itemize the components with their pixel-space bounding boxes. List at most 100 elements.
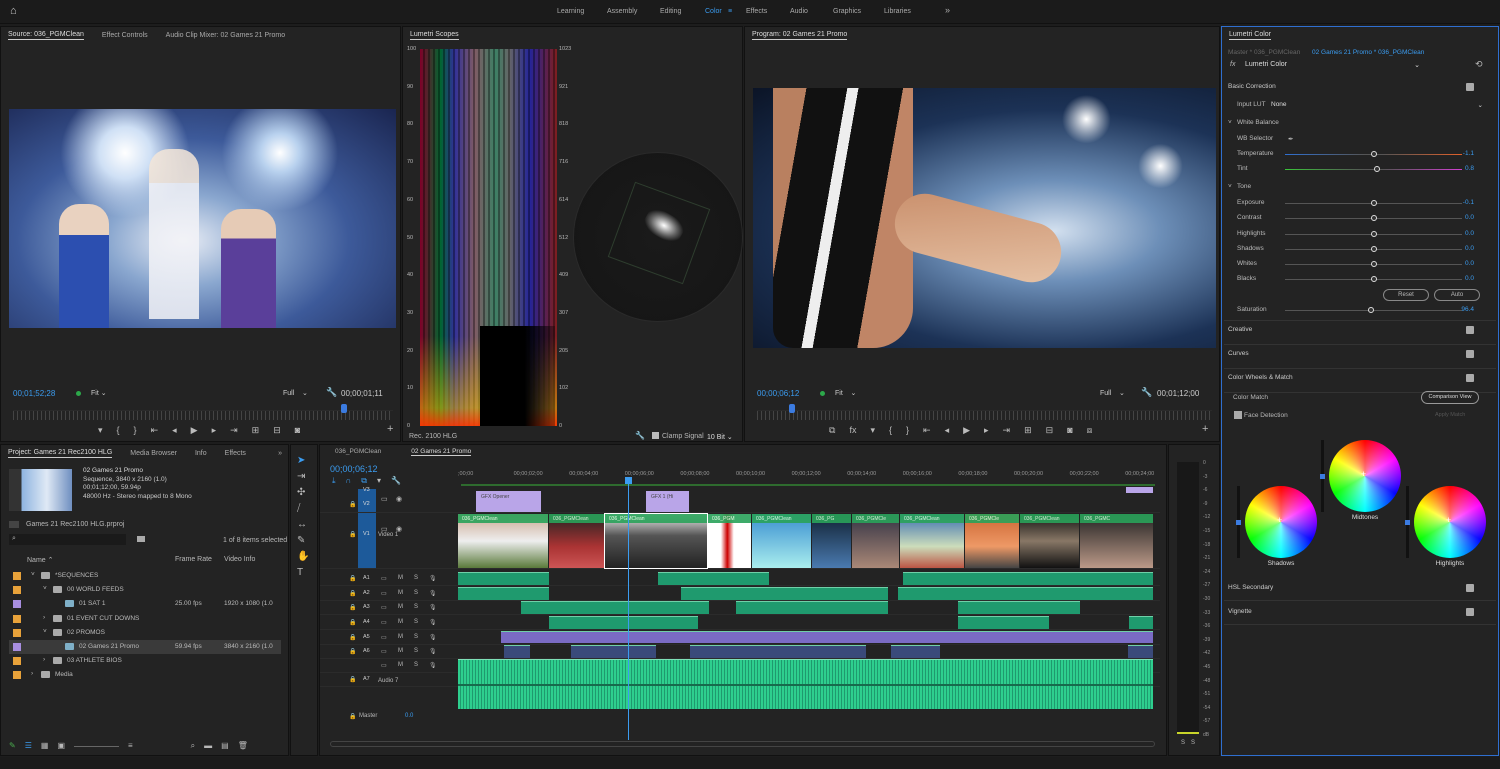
audio-clip[interactable] [958, 616, 1049, 629]
audio-clip[interactable] [736, 601, 888, 614]
step-back-icon[interactable]: ◂ [945, 425, 950, 436]
track-select-icon[interactable]: ⇥ [297, 471, 309, 482]
snap-icon[interactable]: ∩ [346, 476, 352, 486]
track-label-v1[interactable]: V1 [363, 531, 370, 537]
go-to-in-icon[interactable]: ⇤ [923, 425, 931, 436]
effect-dropdown[interactable]: Lumetri Color ⌄ [1245, 61, 1420, 69]
video-clip[interactable]: 036_PGMCle [965, 514, 1019, 568]
timeline-tab-0[interactable]: 036_PGMClean [335, 448, 381, 456]
audio-clip[interactable] [690, 645, 866, 658]
toggle-sync-icon[interactable]: ▭ [381, 575, 387, 582]
video-clip[interactable]: 036_PGMClean [604, 513, 708, 569]
audio-clip[interactable] [501, 631, 1153, 643]
project-item[interactable]: ˅ 00 WORLD FEEDS [9, 583, 281, 597]
timeline-timecode[interactable]: 00;00;06;12 [330, 464, 378, 474]
solo-button[interactable]: S [414, 575, 418, 581]
lock-icon[interactable]: 🔒 [349, 634, 356, 641]
meter-solo-button[interactable]: S [1181, 740, 1185, 746]
section-checkbox[interactable] [1466, 608, 1474, 616]
section-title[interactable]: Color Wheels & Match [1228, 374, 1293, 381]
go-to-out-icon[interactable]: ⇥ [1003, 425, 1011, 436]
master-volume-value[interactable]: 0.0 [405, 713, 413, 719]
freeform-view-icon[interactable]: ▣ [57, 741, 65, 751]
workspace-tab-effects[interactable]: Effects [746, 8, 767, 15]
contrast-slider[interactable] [1285, 215, 1462, 221]
microphone-icon[interactable]: 🎙 [429, 634, 437, 641]
razor-icon[interactable]: ⧸ [297, 503, 309, 514]
project-tab-0[interactable]: Project: Games 21 Rec2100 HLG [8, 449, 113, 458]
trash-icon[interactable]: 🗑 [238, 741, 248, 751]
go-to-in-icon[interactable]: ⇤ [151, 425, 159, 436]
slider-value[interactable]: 0.0 [1465, 214, 1474, 221]
sort-icon[interactable]: ≡ [128, 741, 133, 751]
track-label-a7[interactable]: A7 [363, 676, 370, 682]
reset-effect-icon[interactable]: ⟲ [1475, 59, 1483, 70]
audio-clip[interactable] [571, 645, 656, 658]
highlights-slider[interactable] [1285, 231, 1462, 237]
pencil-icon[interactable]: ✎ [9, 741, 16, 751]
slider-value[interactable]: -0.1 [1463, 199, 1474, 206]
lift-icon[interactable]: ⧉ [829, 425, 835, 436]
mute-button[interactable]: M [398, 634, 403, 640]
add-button-icon[interactable]: + [387, 423, 393, 435]
workspace-tab-assembly[interactable]: Assembly [607, 8, 637, 15]
mute-button[interactable]: M [398, 575, 403, 581]
wrench-icon[interactable]: 🔧 [635, 431, 645, 440]
slider-knob[interactable] [1370, 231, 1377, 237]
collapse-chevron-icon[interactable]: ˅ [1228, 119, 1232, 126]
audio-clip[interactable] [1128, 645, 1153, 658]
shadows-slider[interactable] [1285, 246, 1462, 252]
program-tab[interactable]: Program: 02 Games 21 Promo [752, 31, 848, 40]
program-timecode[interactable]: 00;00;06;12 [757, 389, 799, 398]
audio-clip[interactable] [1129, 616, 1153, 629]
label-color-swatch[interactable] [13, 614, 21, 623]
slider-value[interactable]: 0.0 [1465, 230, 1474, 237]
project-item[interactable]: ˅ *SEQUENCES [9, 569, 281, 583]
slider-knob[interactable] [1370, 215, 1377, 221]
section-title[interactable]: Curves [1228, 350, 1249, 357]
camera-icon[interactable]: ◙ [295, 425, 300, 436]
saturation-value[interactable]: 96.4 [1461, 306, 1474, 313]
chevron-right-icon[interactable]: › [43, 656, 45, 663]
microphone-icon[interactable]: 🎙 [429, 662, 437, 669]
section-title[interactable]: Vignette [1228, 608, 1252, 615]
project-item[interactable]: › 01 EVENT CUT DOWNS [9, 612, 281, 626]
lock-icon[interactable]: 🔒 [349, 604, 356, 611]
track-label-v2[interactable]: V2 [363, 501, 370, 507]
program-quality-dropdown[interactable]: Full ⌄ [1100, 389, 1125, 397]
solo-button[interactable]: S [414, 604, 418, 610]
more-workspaces-button[interactable]: » [945, 5, 950, 15]
playhead-line[interactable] [628, 478, 629, 740]
toggle-sync-icon[interactable]: ▭ [381, 662, 387, 669]
new-item-icon[interactable]: ▤ [221, 741, 229, 751]
add-marker-icon[interactable]: ▾ [377, 476, 381, 486]
slider-knob[interactable] [1374, 166, 1381, 172]
solo-button[interactable]: S [414, 590, 418, 596]
mark-in-icon[interactable]: { [117, 425, 120, 436]
slider-value[interactable]: 0.0 [1465, 275, 1474, 282]
toggle-sync-icon[interactable]: ▭ [381, 495, 388, 503]
toggle-sync-icon[interactable]: ▭ [381, 619, 387, 626]
timeline-horizontal-scrollbar[interactable] [330, 741, 1155, 747]
chevron-down-icon[interactable]: ˅ [43, 585, 47, 592]
project-item[interactable]: › 03 ATHLETE BIOS [9, 654, 281, 668]
label-color-swatch[interactable] [13, 643, 21, 651]
chevron-right-icon[interactable]: › [43, 614, 45, 621]
project-preview-thumbnail[interactable] [9, 469, 72, 511]
more-panels-icon[interactable]: » [278, 450, 282, 457]
marker-icon[interactable]: ▾ [870, 425, 875, 436]
step-forward-icon[interactable]: ▸ [984, 425, 989, 436]
slider-value[interactable]: 0.8 [1465, 165, 1474, 172]
source-tab-0[interactable]: Source: 036_PGMClean [8, 31, 84, 40]
sequence-clip-label[interactable]: 02 Games 21 Promo * 036_PGMClean [1312, 49, 1424, 56]
step-back-icon[interactable]: ◂ [172, 425, 177, 436]
play-icon[interactable]: ▶ [191, 425, 198, 436]
fx-icon[interactable]: fx [849, 425, 856, 436]
slider-value[interactable]: 0.0 [1465, 260, 1474, 267]
type-icon[interactable]: T [297, 567, 309, 578]
audio-clip[interactable] [549, 601, 709, 614]
work-area-bar[interactable] [461, 484, 1155, 486]
lock-icon[interactable]: 🔒 [349, 531, 356, 538]
audio-clip[interactable] [549, 616, 698, 629]
luma-slider-handle[interactable] [1236, 520, 1241, 525]
